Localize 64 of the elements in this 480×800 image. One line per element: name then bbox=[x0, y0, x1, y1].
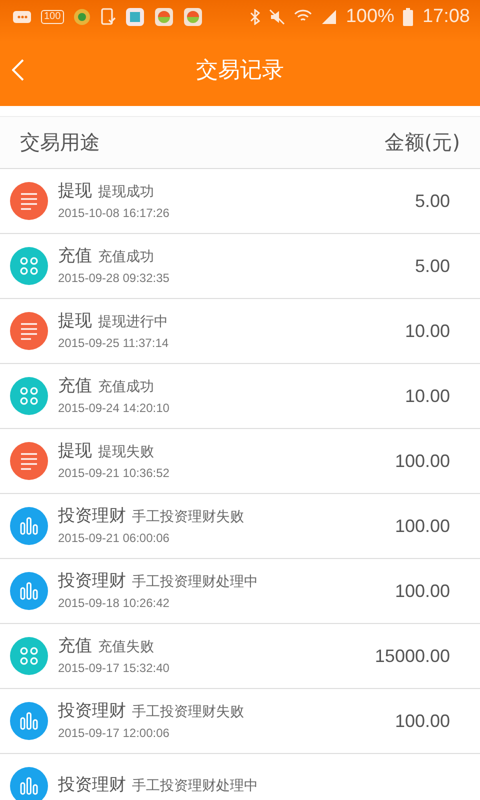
transaction-type: 充值 bbox=[58, 377, 92, 397]
list-icon bbox=[10, 442, 48, 480]
transaction-status: 充值失败 bbox=[98, 638, 154, 656]
back-icon[interactable] bbox=[12, 59, 24, 81]
transaction-type: 投资理财 bbox=[58, 702, 126, 722]
transaction-status: 手工投资理财处理中 bbox=[132, 573, 258, 592]
transaction-status: 提现进行中 bbox=[98, 313, 168, 332]
app-icon bbox=[154, 7, 174, 27]
transaction-status: 充值成功 bbox=[98, 378, 154, 396]
app-icon bbox=[182, 7, 203, 27]
transaction-status: 提现成功 bbox=[98, 183, 154, 202]
transaction-status: 手工投资理财处理中 bbox=[132, 777, 258, 796]
transaction-time: 2015-09-24 14:20:10 bbox=[58, 400, 170, 415]
transaction-time: 2015-09-28 09:32:35 bbox=[58, 270, 170, 285]
mute-icon bbox=[268, 9, 285, 25]
bar-chart-icon bbox=[10, 507, 48, 545]
transaction-time: 2015-09-17 12:00:06 bbox=[58, 726, 170, 740]
transaction-amount: 100.00 bbox=[394, 516, 450, 536]
transaction-time: 2015-09-17 15:32:40 bbox=[58, 660, 170, 675]
transaction-time: 2015-09-21 10:36:52 bbox=[58, 466, 170, 480]
transaction-type: 投资理财 bbox=[58, 776, 126, 796]
transaction-type: 充值 bbox=[58, 637, 92, 657]
grid-icon bbox=[10, 377, 48, 415]
page-title: 交易记录 bbox=[196, 57, 284, 85]
transaction-type: 提现 bbox=[58, 312, 92, 332]
list-icon bbox=[10, 182, 48, 220]
bluetooth-icon bbox=[250, 9, 260, 25]
signal-icon bbox=[320, 9, 337, 25]
list-icon bbox=[10, 312, 48, 350]
message-icon bbox=[12, 10, 32, 24]
transaction-amount: 100.00 bbox=[394, 580, 450, 602]
grid-icon bbox=[10, 637, 48, 675]
transaction-amount: 10.00 bbox=[404, 386, 450, 406]
transaction-type: 投资理财 bbox=[58, 507, 126, 527]
transaction-amount: 100.00 bbox=[394, 710, 450, 732]
transaction-amount: 100.00 bbox=[394, 450, 450, 472]
transaction-type: 投资理财 bbox=[58, 572, 126, 592]
app-icon bbox=[124, 7, 145, 27]
bar-chart-icon bbox=[10, 702, 48, 740]
transaction-amount: 5.00 bbox=[414, 256, 450, 276]
transaction-status: 充值成功 bbox=[98, 248, 154, 266]
bar-chart-icon bbox=[10, 572, 48, 610]
transaction-type: 提现 bbox=[58, 442, 92, 462]
transaction-time: 2015-09-21 06:00:06 bbox=[58, 530, 170, 545]
column-header: 交易用途 bbox=[20, 129, 100, 156]
transaction-amount: 15000.00 bbox=[374, 646, 450, 666]
battery-percent: 100% bbox=[346, 6, 394, 28]
phone-check-icon bbox=[100, 8, 116, 26]
transaction-time: 2015-10-08 16:17:26 bbox=[58, 206, 170, 220]
battery-icon bbox=[403, 8, 414, 26]
transaction-type: 提现 bbox=[58, 182, 92, 202]
transaction-status: 提现失败 bbox=[98, 443, 154, 462]
app-icon bbox=[72, 8, 91, 26]
transaction-status: 手工投资理财失败 bbox=[132, 508, 244, 526]
column-header: 金额(元) bbox=[384, 129, 460, 156]
transaction-time: 2015-09-18 10:26:42 bbox=[58, 596, 170, 610]
grid-icon bbox=[10, 247, 48, 285]
transaction-status: 手工投资理财失败 bbox=[132, 703, 244, 722]
clock: 17:08 bbox=[422, 6, 470, 28]
notification-badge: 100 bbox=[41, 10, 64, 24]
transaction-time: 2015-09-25 11:37:14 bbox=[58, 336, 170, 350]
transaction-amount: 10.00 bbox=[404, 320, 450, 342]
transaction-amount: 5.00 bbox=[414, 190, 450, 212]
transaction-type: 充值 bbox=[58, 247, 92, 267]
